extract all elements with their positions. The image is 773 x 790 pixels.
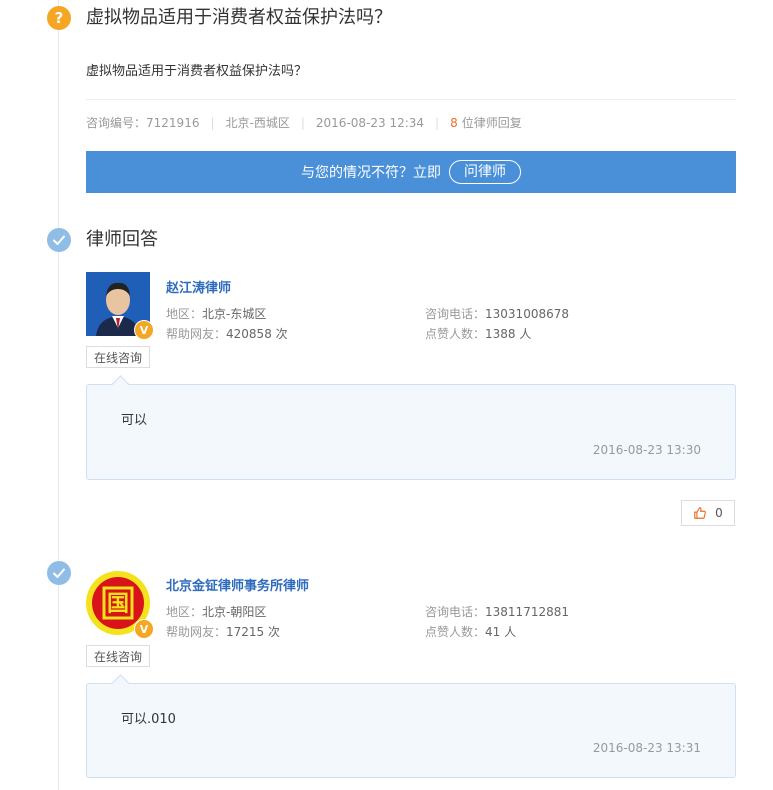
- online-consult-button[interactable]: 在线咨询: [86, 645, 150, 667]
- question-datetime: 2016-08-23 12:34: [315, 115, 425, 130]
- lawyer-phone: 咨询电话：13031008678: [425, 305, 569, 322]
- helped-value: 420858 次: [226, 327, 288, 341]
- answer-box-arrow: [111, 674, 130, 693]
- lawyer-avatar[interactable]: V: [86, 272, 154, 340]
- region-value: 北京-东城区: [202, 307, 267, 321]
- question-meta: 咨询编号： 7121916 | 北京-西城区 | 2016-08-23 12:34…: [86, 114, 522, 131]
- verified-badge-icon: V: [134, 619, 154, 639]
- phone-label: 咨询电话：: [425, 307, 486, 321]
- ask-bar-text: 与您的情况不符？立即: [301, 165, 441, 181]
- region-label: 地区：: [166, 605, 203, 619]
- phone-value: 13811712881: [485, 605, 569, 619]
- question-icon-glyph: ?: [54, 9, 64, 27]
- lawyer-name-link[interactable]: 北京金钲律师事务所律师: [166, 575, 309, 594]
- question-icon: ?: [47, 6, 71, 30]
- lawyer-region: 地区：北京-东城区: [166, 305, 266, 322]
- phone-value: 13031008678: [485, 307, 569, 321]
- answer-text: 可以.010: [121, 712, 176, 727]
- answer-box-arrow: [111, 375, 130, 394]
- logo-character: 国: [107, 592, 129, 617]
- question-location: 北京-西城区: [225, 116, 290, 130]
- meta-separator: |: [210, 115, 215, 130]
- like-button[interactable]: 0: [681, 500, 735, 526]
- consult-id-label: 咨询编号：: [86, 116, 147, 130]
- likes-value: 41 人: [485, 625, 517, 639]
- lawyer-name-link[interactable]: 赵江涛律师: [166, 277, 231, 296]
- lawyer-phone: 咨询电话：13811712881: [425, 603, 569, 620]
- like-count: 0: [715, 506, 723, 520]
- online-consult-button[interactable]: 在线咨询: [86, 346, 150, 368]
- check-icon: [47, 228, 71, 252]
- lawyer-region: 地区：北京-朝阳区: [166, 603, 266, 620]
- reply-count: 8: [450, 115, 458, 130]
- meta-separator: |: [435, 115, 440, 130]
- region-value: 北京-朝阳区: [202, 605, 267, 619]
- ask-lawyer-button[interactable]: 问律师: [449, 160, 521, 184]
- section-title: 律师回答: [86, 229, 158, 250]
- helped-label: 帮助网友：: [166, 625, 227, 639]
- consult-id: 7121916: [146, 115, 200, 130]
- law-firm-avatar[interactable]: 国 V: [86, 571, 154, 639]
- lawyer-helped: 帮助网友：420858 次: [166, 325, 288, 342]
- lawyer-helped: 帮助网友：17215 次: [166, 623, 280, 640]
- region-label: 地区：: [166, 307, 203, 321]
- helped-label: 帮助网友：: [166, 327, 227, 341]
- lawyer-likes: 点赞人数：41 人: [425, 623, 516, 640]
- answer-time: 2016-08-23 13:31: [592, 741, 701, 755]
- timeline-line: [58, 0, 59, 790]
- meta-separator: |: [300, 115, 305, 130]
- thumbs-up-icon: [694, 507, 707, 519]
- check-icon: [47, 561, 71, 585]
- ask-lawyer-bar: 与您的情况不符？立即 问律师: [86, 151, 736, 193]
- likes-value: 1388 人: [485, 327, 532, 341]
- question-divider: [86, 99, 736, 100]
- answer-text: 可以: [121, 413, 148, 428]
- verified-badge-icon: V: [134, 320, 154, 340]
- answer-box: 可以.010 2016-08-23 13:31: [86, 674, 736, 778]
- answer-time: 2016-08-23 13:30: [592, 443, 701, 457]
- likes-label: 点赞人数：: [425, 327, 486, 341]
- reply-count-suffix: 位律师回复: [461, 116, 522, 130]
- helped-value: 17215 次: [226, 625, 281, 639]
- lawyer-likes: 点赞人数：1388 人: [425, 325, 531, 342]
- phone-label: 咨询电话：: [425, 605, 486, 619]
- question-title: 虚拟物品适用于消费者权益保护法吗？: [86, 7, 392, 28]
- answer-box: 可以 2016-08-23 13:30: [86, 375, 736, 480]
- question-body: 虚拟物品适用于消费者权益保护法吗？: [86, 64, 308, 79]
- likes-label: 点赞人数：: [425, 625, 486, 639]
